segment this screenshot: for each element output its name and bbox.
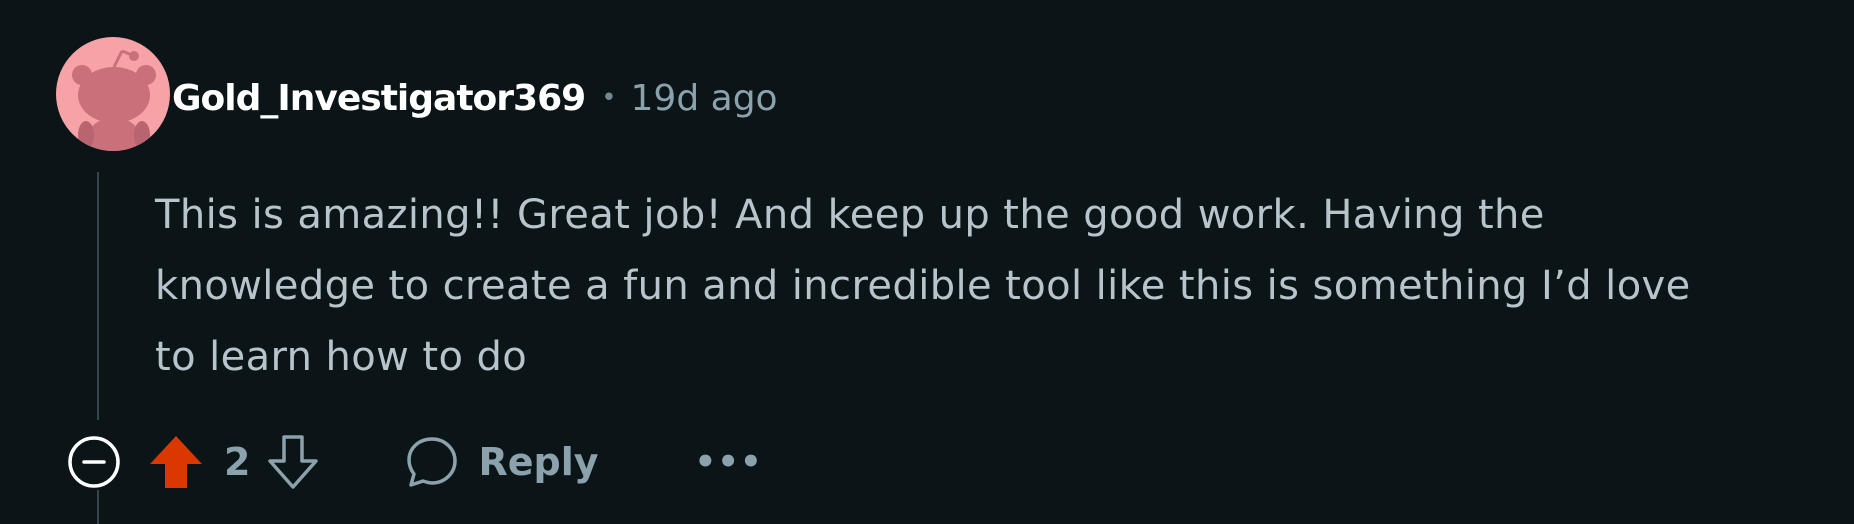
thread-line-continuation[interactable] bbox=[97, 490, 99, 524]
reply-label: Reply bbox=[478, 440, 599, 484]
comment-body-line: knowledge to create a fun and incredible… bbox=[155, 263, 1691, 309]
downvote-button[interactable] bbox=[266, 433, 320, 491]
upvote-arrow-icon bbox=[150, 436, 202, 488]
reply-button[interactable]: Reply bbox=[404, 434, 598, 490]
author-avatar[interactable] bbox=[56, 37, 170, 151]
comment-meta: Gold_Investigator369 • 19d ago bbox=[172, 70, 778, 126]
comment-action-bar: 2 Reply ••• bbox=[66, 434, 763, 490]
vote-score: 2 bbox=[224, 440, 251, 484]
minus-circle-icon bbox=[68, 436, 120, 488]
upvote-button[interactable] bbox=[148, 432, 204, 492]
downvote-arrow-icon bbox=[268, 435, 319, 489]
comment-body-line: This is amazing!! Great job! And keep up… bbox=[155, 192, 1545, 238]
thread-line[interactable] bbox=[97, 172, 99, 420]
more-options-button[interactable]: ••• bbox=[694, 442, 762, 482]
meta-separator: • bbox=[601, 83, 617, 113]
author-username[interactable]: Gold_Investigator369 bbox=[172, 78, 586, 119]
comment-timestamp[interactable]: 19d ago bbox=[631, 78, 778, 119]
ellipsis-icon: ••• bbox=[694, 442, 763, 482]
comment-body: This is amazing!! Great job! And keep up… bbox=[155, 180, 1854, 393]
collapse-thread-button[interactable] bbox=[66, 434, 122, 490]
comment-body-line: to learn how to do bbox=[155, 334, 528, 380]
snoo-avatar-icon bbox=[72, 49, 156, 151]
speech-bubble-icon bbox=[407, 437, 458, 487]
